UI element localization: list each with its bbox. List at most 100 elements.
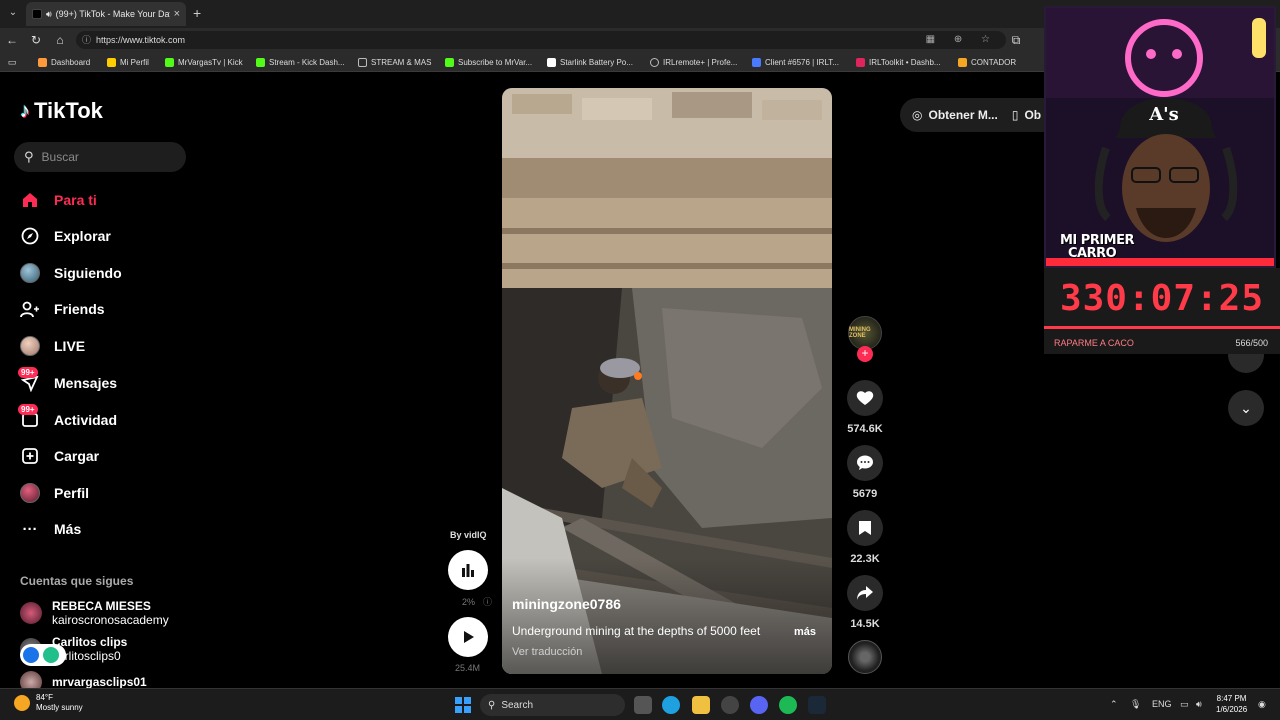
goal-count: 566/500	[1235, 338, 1268, 348]
task-view-icon[interactable]	[634, 696, 652, 714]
avatar-icon	[20, 263, 40, 283]
save-button[interactable]	[847, 510, 883, 546]
reload-icon[interactable]: ↻	[28, 32, 44, 48]
bookmark-starlink[interactable]: Starlink Battery Po...	[547, 55, 633, 69]
bookmark-mi-perfil[interactable]: Mi Perfil	[107, 55, 149, 69]
search-input[interactable]	[41, 150, 162, 164]
language-indicator[interactable]: ENG	[1152, 699, 1172, 709]
nav-mensajes[interactable]: 99+ Mensajes	[18, 367, 117, 396]
share-icon	[857, 586, 873, 600]
vidiq-stats-button[interactable]	[448, 550, 488, 590]
more-icon: ···	[22, 520, 38, 538]
discord-icon[interactable]	[750, 696, 768, 714]
folder-icon	[358, 57, 367, 67]
tray-overflow-icon[interactable]: ⌃	[1110, 699, 1118, 710]
start-button[interactable]	[455, 697, 471, 713]
timer-progress	[1044, 326, 1280, 329]
info-icon[interactable]: ⓘ	[483, 595, 492, 608]
speaker-icon[interactable]: 🔊︎	[46, 9, 52, 20]
bookmark-dashboard[interactable]: Dashboard	[38, 55, 90, 69]
globe-icon	[650, 57, 659, 67]
nav-explorar[interactable]: Explorar	[20, 223, 111, 249]
like-button[interactable]	[847, 380, 883, 416]
back-icon[interactable]: ←	[4, 32, 20, 48]
nav-live[interactable]: LIVE	[20, 333, 85, 359]
bookmark-subscribe[interactable]: Subscribe to MrVar...	[445, 55, 532, 69]
bookmark-stream-kick[interactable]: Stream - Kick Dash...	[256, 55, 345, 69]
notification-icon[interactable]: ◉	[1258, 699, 1266, 710]
following-item[interactable]: REBECA MIESES kairoscronosacademy	[20, 599, 169, 627]
message-icon: 99+	[18, 367, 40, 393]
extensions-icon[interactable]: ⧉	[1008, 32, 1024, 48]
sun-icon	[14, 695, 30, 711]
bookmark-irlremote[interactable]: IRLremote+ | Profe...	[650, 55, 737, 69]
goal-label: RAPARME A CACO	[1054, 338, 1134, 348]
activity-badge: 99+	[18, 404, 38, 415]
like-count: 574.6K	[847, 423, 883, 435]
video-description: Underground mining at the depths of 5000…	[512, 624, 761, 638]
tiktok-logo[interactable]: ♪ TikTok	[20, 98, 103, 124]
more-link[interactable]: más	[794, 626, 816, 638]
address-bar[interactable]: ⓘ https://www.tiktok.com ▦ ⊕ ☆	[76, 31, 1006, 49]
nav-siguiendo[interactable]: Siguiendo	[20, 260, 122, 286]
bookmark-irltoolkit[interactable]: IRLToolkit • Dashb...	[856, 55, 941, 69]
search-box[interactable]: ⚲	[14, 142, 186, 172]
close-tab-icon[interactable]: ×	[174, 8, 180, 20]
kick-icon	[256, 57, 265, 67]
steam-icon[interactable]	[808, 696, 826, 714]
avatar	[20, 602, 42, 624]
get-app-button[interactable]: ◎ Obtener M... ▯ Ob	[900, 98, 1060, 132]
view-count: 25.4M	[455, 663, 481, 673]
video-player[interactable]: miningzone0786 Underground mining at the…	[502, 88, 832, 674]
chrome-icon[interactable]	[721, 696, 739, 714]
creator-avatar[interactable]: MINING ZONE	[848, 316, 882, 350]
comment-count: 5679	[852, 488, 878, 500]
taskbar-search[interactable]: ⚲ Search	[480, 694, 625, 716]
tab-list-icon[interactable]: ⌄	[4, 4, 22, 22]
compass-icon	[20, 226, 40, 246]
file-explorer-icon[interactable]	[692, 696, 710, 714]
webcam-overlay: A's MI PRIMER CARRO	[1044, 6, 1276, 268]
vidiq-floating-widget[interactable]	[20, 644, 66, 666]
weather-widget[interactable]: 84°F Mostly sunny	[14, 693, 83, 713]
new-tab-icon[interactable]: +	[193, 5, 201, 21]
nav-friends[interactable]: Friends	[20, 296, 105, 322]
play-button[interactable]	[448, 617, 488, 657]
follow-plus-icon[interactable]: +	[857, 346, 873, 362]
avatar-icon	[20, 336, 40, 356]
nav-mas[interactable]: ··· Más	[20, 516, 82, 542]
search-icon: ⚲	[488, 699, 496, 711]
bookmark-kick[interactable]: MrVargasTv | Kick	[165, 55, 243, 69]
share-button[interactable]	[847, 575, 883, 611]
home-icon[interactable]: ⌂	[52, 32, 68, 48]
app-icon: ◎	[912, 108, 923, 122]
bookmark-stream-mas[interactable]: STREAM & MAS	[358, 55, 431, 69]
translate-link[interactable]: Ver traducción	[512, 646, 582, 658]
nav-actividad[interactable]: 99+ Actividad	[18, 404, 117, 433]
spotify-icon[interactable]	[779, 696, 797, 714]
bookmark-icon	[38, 57, 47, 67]
clock[interactable]: 8:47 PM 1/6/2026	[1216, 693, 1247, 715]
address-bar-actions-icon[interactable]: ▦ ⊕ ☆	[926, 31, 998, 49]
timer-display: 330:07:25	[1059, 278, 1265, 319]
nav-para-ti[interactable]: Para ti	[20, 187, 97, 213]
microphone-icon[interactable]: 🎙︎	[1130, 699, 1141, 710]
nav-cargar[interactable]: Cargar	[20, 443, 99, 469]
nav-perfil[interactable]: Perfil	[20, 480, 89, 506]
vidiq-label: By vidIQ	[450, 530, 487, 540]
network-icon[interactable]: ▭	[1180, 699, 1189, 710]
search-icon: ⚲	[24, 149, 34, 164]
bookmark-contador[interactable]: CONTADOR	[958, 55, 1016, 69]
play-icon	[464, 631, 474, 643]
music-disc-icon[interactable]	[848, 640, 882, 674]
next-video-button[interactable]: ⌄	[1228, 390, 1264, 426]
collections-icon[interactable]: ▭	[4, 54, 20, 70]
kick-icon	[165, 57, 174, 67]
comment-button[interactable]	[847, 445, 883, 481]
site-info-icon[interactable]: ⓘ	[82, 31, 91, 49]
browser-tab-tiktok[interactable]: 🔊︎ (99+) TikTok - Make Your Day ×	[26, 2, 186, 26]
volume-icon[interactable]: 🔊︎	[1196, 699, 1202, 710]
video-username[interactable]: miningzone0786	[512, 596, 621, 612]
edge-icon[interactable]	[662, 696, 680, 714]
bookmark-client[interactable]: Client #6576 | IRLT...	[752, 55, 839, 69]
